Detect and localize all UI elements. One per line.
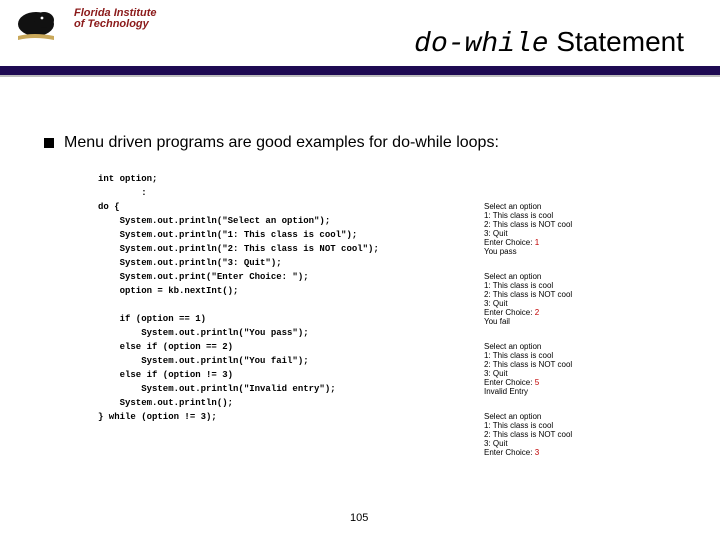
- output-line: 1: This class is cool: [484, 351, 684, 360]
- output-line: 2: This class is NOT cool: [484, 220, 684, 229]
- output-line: Select an option: [484, 272, 684, 281]
- square-bullet-icon: [44, 138, 54, 148]
- institution-name: Florida Institute of Technology: [74, 8, 157, 30]
- output-line: 2: This class is NOT cool: [484, 290, 684, 299]
- output-line: 1: This class is cool: [484, 421, 684, 430]
- content-area: Menu driven programs are good examples f…: [44, 134, 700, 152]
- output-line: Select an option: [484, 342, 684, 351]
- institution-line2: of Technology: [74, 18, 149, 30]
- output-result: Invalid Entry: [484, 387, 684, 396]
- user-input: 2: [535, 308, 539, 317]
- output-block-2: Select an option1: This class is cool2: …: [484, 272, 684, 326]
- output-line: 2: This class is NOT cool: [484, 430, 684, 439]
- output-result: You fail: [484, 317, 684, 326]
- output-choice-line: Enter Choice: 5: [484, 378, 684, 387]
- output-line: 1: This class is cool: [484, 211, 684, 220]
- panther-logo-icon: [14, 6, 70, 46]
- output-result: You pass: [484, 247, 684, 256]
- output-line: 1: This class is cool: [484, 281, 684, 290]
- output-line: 3: Quit: [484, 299, 684, 308]
- title-monospace: do-while: [414, 29, 548, 60]
- output-block-1: Select an option1: This class is cool2: …: [484, 202, 684, 256]
- output-block-3: Select an option1: This class is cool2: …: [484, 342, 684, 396]
- slide-title: do-while Statement: [414, 26, 684, 60]
- output-choice-line: Enter Choice: 3: [484, 448, 684, 457]
- output-line: Select an option: [484, 412, 684, 421]
- output-line: 3: Quit: [484, 369, 684, 378]
- title-rule-light: [0, 75, 720, 77]
- user-input: 3: [535, 448, 539, 457]
- page-number: 105: [350, 512, 368, 524]
- title-rule-dark: [0, 66, 720, 75]
- slide-header: Florida Institute of Technology do-while…: [0, 0, 720, 76]
- output-choice-line: Enter Choice: 1: [484, 238, 684, 247]
- title-rest: Statement: [549, 26, 684, 57]
- output-choice-line: Enter Choice: 2: [484, 308, 684, 317]
- output-line: 3: Quit: [484, 229, 684, 238]
- user-input: 1: [535, 238, 539, 247]
- output-block-4: Select an option1: This class is cool2: …: [484, 412, 684, 457]
- code-listing: int option; : do { System.out.println("S…: [98, 172, 458, 424]
- output-line: 2: This class is NOT cool: [484, 360, 684, 369]
- bullet-item: Menu driven programs are good examples f…: [44, 134, 700, 152]
- user-input: 5: [535, 378, 539, 387]
- output-line: 3: Quit: [484, 439, 684, 448]
- bullet-text: Menu driven programs are good examples f…: [64, 134, 499, 152]
- output-line: Select an option: [484, 202, 684, 211]
